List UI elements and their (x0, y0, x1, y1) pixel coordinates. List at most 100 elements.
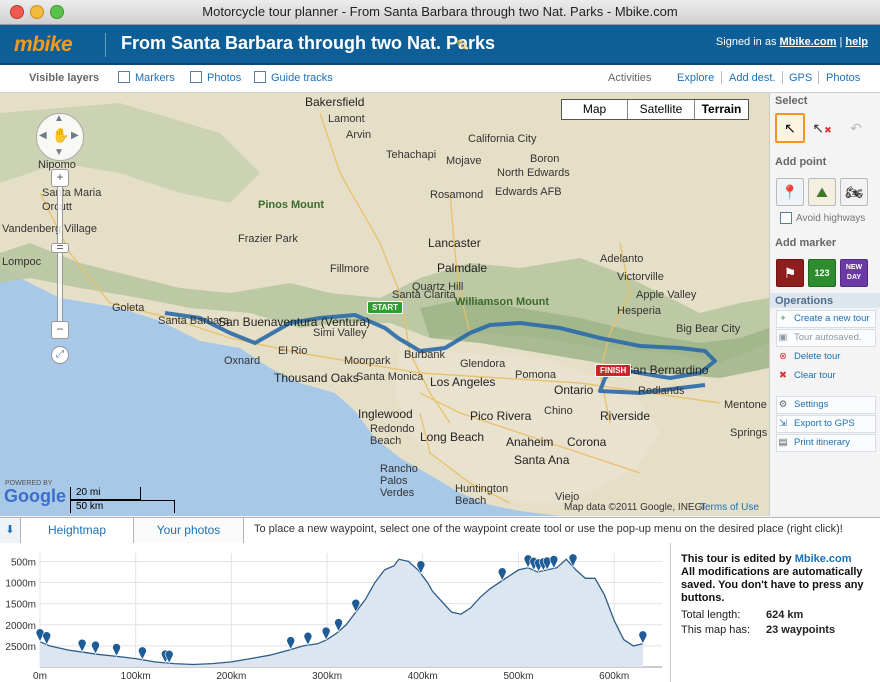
map-type-terrain-button[interactable]: Terrain (695, 100, 748, 119)
zoom-slider-handle[interactable]: = (51, 241, 69, 253)
add-scenic-point-button[interactable]: ⛰ (808, 178, 836, 206)
tab-heightmap[interactable]: Heightmap (21, 518, 134, 543)
tour-title: From Santa Barbara through two Nat. Park… (121, 33, 496, 53)
help-link[interactable]: help (845, 36, 868, 48)
tab-your-photos[interactable]: Your photos (134, 518, 244, 543)
visible-layers-label: Visible layers (29, 72, 100, 84)
x-tick-label: 0m (33, 671, 47, 682)
clear-tour-link[interactable]: ✖ Clear tour (778, 370, 836, 381)
pan-control[interactable]: ▲ ▼ ◀ ▶ ✋ (36, 113, 84, 161)
add-flag-marker-button[interactable]: ⚑ (776, 259, 804, 287)
save-icon: ▣ (778, 332, 788, 343)
pan-down-icon[interactable]: ▼ (54, 147, 64, 158)
mbike-logo[interactable]: mbike (14, 33, 73, 57)
place-label: Fillmore (330, 263, 370, 275)
avoid-highways-checkbox[interactable] (780, 212, 792, 224)
edit-pencil-icon[interactable]: ✎ (456, 36, 469, 56)
add-moto-point-button[interactable]: 🏍 (840, 178, 868, 206)
pan-right-icon[interactable]: ▶ (71, 130, 79, 141)
gear-icon: ⚙ (778, 399, 788, 410)
editor-prefix: This tour is edited by (681, 553, 792, 565)
terms-of-use-link[interactable]: Terms of Use (700, 502, 759, 513)
place-label: Mojave (446, 155, 482, 167)
settings-link[interactable]: ⚙ Settings (778, 399, 829, 410)
place-label: Victorville (617, 271, 664, 283)
markers-layer-toggle[interactable]: Markers (118, 71, 175, 84)
photos-link[interactable]: Photos (826, 72, 860, 84)
place-label: Glendora (460, 358, 506, 370)
site-header: mbike From Santa Barbara through two Nat… (0, 25, 880, 65)
map-type-map-button[interactable]: Map (562, 100, 628, 119)
pan-up-icon[interactable]: ▲ (54, 113, 64, 124)
waypoint-pin (303, 631, 313, 646)
place-label: Ontario (554, 383, 594, 397)
scale-km: 50 km (70, 500, 175, 513)
place-label: El Rio (278, 345, 308, 357)
place-label: Los Angeles (430, 375, 496, 389)
place-label: Pinos Mount (258, 199, 324, 211)
activities-divider (818, 71, 819, 84)
waypoint-pin (91, 640, 100, 655)
add-waypoint-button[interactable]: 📍 (776, 178, 804, 206)
waypoint-pin (112, 643, 121, 658)
map-copyright: Map data ©2011 Google, INEGI (564, 502, 706, 513)
gps-link[interactable]: GPS (789, 72, 812, 84)
select-tool-button[interactable]: ↖ (775, 113, 805, 143)
waypoint-count-value: 23 waypoints (766, 624, 836, 636)
photos-layer-toggle[interactable]: Photos (190, 71, 241, 84)
add-new-day-marker-button[interactable]: NEW DAY (840, 259, 868, 287)
waypoint-hint: To place a new waypoint, select one of t… (254, 523, 843, 535)
user-link[interactable]: Mbike.com (780, 36, 837, 48)
map-type-satellite-button[interactable]: Satellite (628, 100, 695, 119)
layers-toolbar: Visible layers Markers Photos Guide trac… (0, 65, 880, 93)
delete-tour-link[interactable]: ⊗ Delete tour (778, 351, 840, 362)
export-gps-link[interactable]: ⇲ Export to GPS (778, 418, 855, 429)
operations-header: Operations (770, 293, 880, 308)
place-label: Santa Ana (514, 453, 570, 467)
photos-checkbox[interactable] (190, 71, 202, 83)
place-label: Mentone (724, 399, 767, 411)
clear-x-icon: ✖ (779, 370, 787, 381)
explore-link[interactable]: Explore (677, 72, 714, 84)
place-label: Boron (530, 153, 560, 165)
place-label: Corona (567, 435, 607, 449)
waypoint-pin (549, 555, 559, 570)
fullscreen-icon[interactable]: ⤢ (51, 346, 69, 364)
pan-left-icon[interactable]: ◀ (39, 130, 47, 141)
motorcycle-icon: 🏍 (845, 184, 863, 200)
y-tick-label: 2000m (5, 621, 36, 632)
settings-label: Settings (794, 399, 829, 410)
elevation-chart: 2500m 2000m 1500m 1000m 500m 0m 100km 200km 300k… (5, 553, 662, 682)
create-tour-link[interactable]: + Create a new tour (778, 313, 869, 324)
guide-tracks-layer-toggle[interactable]: Guide tracks (254, 71, 333, 84)
zoom-out-button[interactable]: − (51, 321, 69, 339)
place-label: Goleta (112, 302, 145, 314)
print-itinerary-link[interactable]: ▤ Print itinerary (778, 437, 850, 448)
map-canvas[interactable]: Bakersfield Lamont Arvin Tehachapi Calif… (0, 93, 769, 516)
place-label: Edwards AFB (495, 186, 562, 198)
place-label: Springs (730, 427, 768, 439)
undo-button[interactable]: ↶ (842, 114, 870, 142)
select-heading: Select (775, 95, 808, 107)
start-marker[interactable]: START (367, 301, 404, 314)
guide-tracks-checkbox[interactable] (254, 71, 266, 83)
finish-marker[interactable]: FINISH (595, 364, 632, 377)
place-label: Palmdale (437, 261, 488, 275)
x-tick-label: 400km (408, 671, 438, 682)
collapse-panel-icon[interactable]: ⬇ (0, 518, 21, 543)
x-tick-label: 300km (312, 671, 342, 682)
markers-checkbox[interactable] (118, 71, 130, 83)
add-number-marker-button[interactable]: 123 (808, 259, 836, 287)
editor-link[interactable]: Mbike.com (795, 553, 852, 565)
logo-text: mbike (14, 33, 73, 56)
place-label: Anaheim (506, 435, 554, 449)
place-label: Lompoc (2, 256, 42, 268)
total-length-value: 624 km (766, 609, 804, 621)
add-destination-link[interactable]: Add dest. (729, 72, 775, 84)
tools-panel: Select ↖ ↖✖ ↶ Add point 📍 ⛰ 🏍 Avoid high… (769, 93, 880, 516)
signed-in-prefix: Signed in as (715, 36, 777, 48)
zoom-in-button[interactable]: + (51, 169, 69, 187)
delete-x-icon: ✖ (824, 125, 832, 135)
place-label: Pomona (515, 369, 556, 381)
delete-tool-button[interactable]: ↖✖ (808, 114, 836, 142)
